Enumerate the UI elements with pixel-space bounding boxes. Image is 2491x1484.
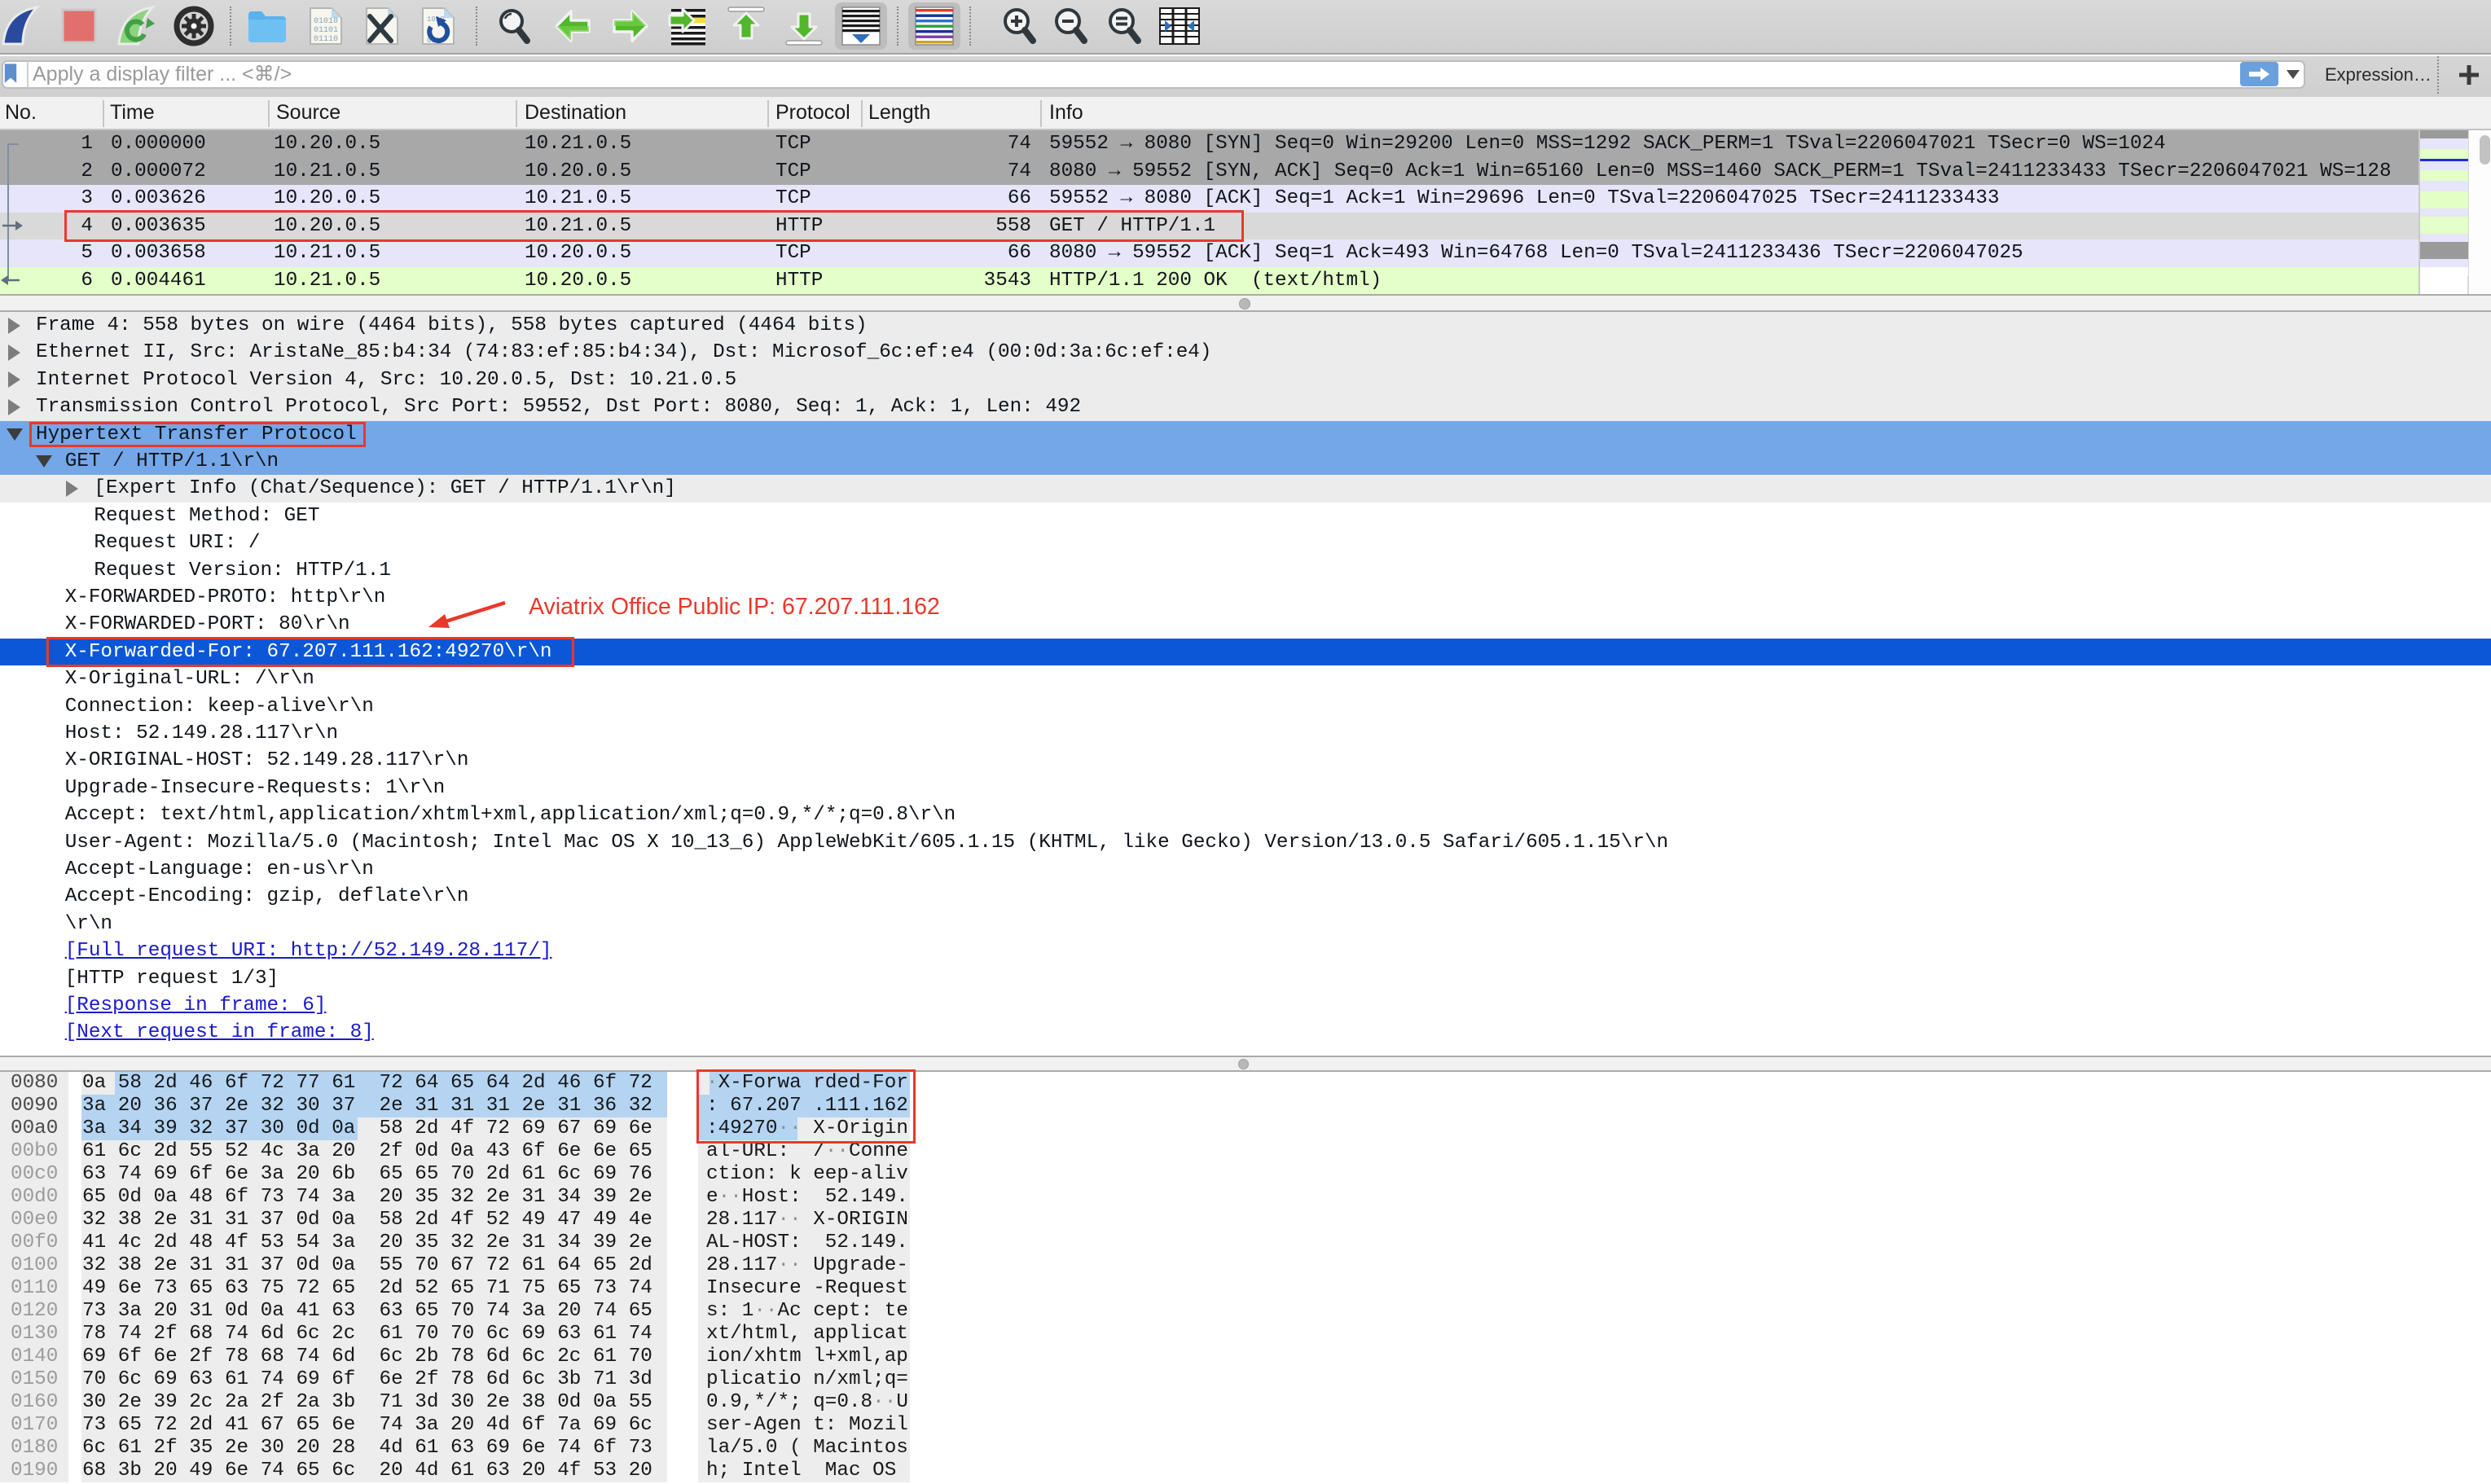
svg-text:01010: 01010	[314, 17, 338, 26]
svg-text:01110: 01110	[314, 35, 338, 44]
svg-text:01101: 01101	[314, 26, 338, 35]
